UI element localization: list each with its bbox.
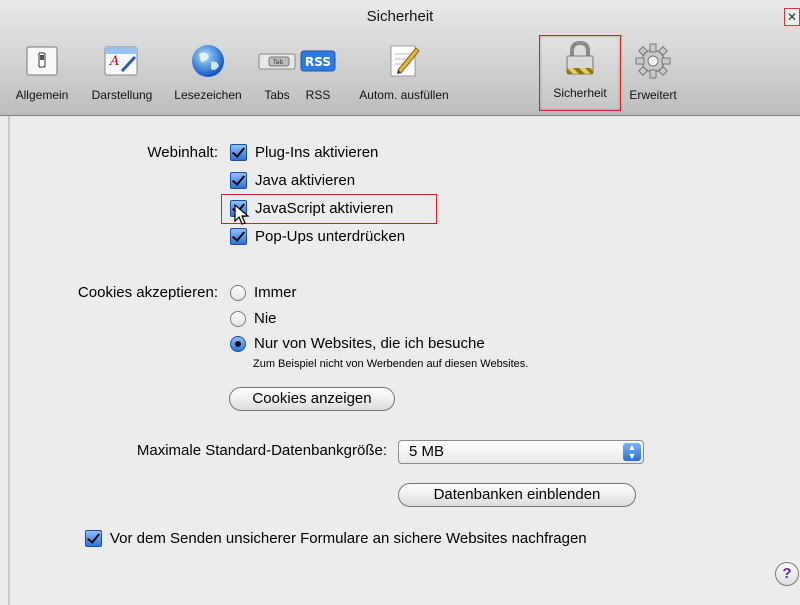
checkbox-insecure-forms-box[interactable]	[85, 530, 102, 547]
radio-cookies-always-button[interactable]	[230, 284, 246, 301]
mouse-pointer-icon	[234, 204, 250, 225]
toolbar-label: Erweitert	[629, 88, 677, 102]
checkbox-insecure-forms-label: Vor dem Senden unsicherer Formulare an s…	[110, 530, 587, 547]
radio-cookies-always-label: Immer	[254, 284, 297, 301]
lock-icon	[559, 38, 601, 80]
radio-cookies-always[interactable]: Immer	[230, 284, 297, 301]
checkbox-plugins-label: Plug-Ins aktivieren	[255, 144, 379, 161]
checkbox-plugins-box[interactable]	[230, 144, 247, 161]
toolbar-label: Autom. ausfüllen	[359, 88, 449, 102]
updown-arrows-icon: ▲ ▼	[623, 443, 641, 461]
show-databases-button[interactable]: Datenbanken einblenden	[398, 483, 636, 507]
toolbar-label: Darstellung	[91, 88, 153, 102]
toolbar: Sicherheit ✕ Allgemein A Darstellung Les…	[0, 0, 800, 116]
rss-icon: RSS	[297, 40, 339, 82]
webinhalt-label: Webinhalt:	[147, 144, 218, 161]
database-size-value: 5 MB	[409, 443, 445, 460]
window-title: Sicherheit	[366, 8, 434, 25]
toolbar-item-lesezeichen[interactable]: Lesezeichen	[166, 38, 250, 108]
radio-cookies-never-label: Nie	[254, 310, 277, 327]
checkbox-popups[interactable]: Pop-Ups unterdrücken	[230, 228, 405, 245]
toolbar-item-autofill[interactable]: Autom. ausfüllen	[340, 38, 468, 108]
toolbar-item-sicherheit[interactable]: Sicherheit	[539, 35, 621, 111]
help-button[interactable]: ?	[775, 562, 799, 586]
toolbar-item-rss[interactable]: RSS RSS	[300, 38, 336, 108]
checkbox-popups-box[interactable]	[230, 228, 247, 245]
toolbar-item-tabs[interactable]: Tab Tabs	[255, 38, 299, 108]
radio-cookies-never[interactable]: Nie	[230, 310, 277, 327]
checkbox-javascript-label: JavaScript aktivieren	[255, 200, 394, 217]
toolbar-item-erweitert[interactable]: Erweitert	[624, 38, 682, 108]
pencil-icon	[383, 40, 425, 82]
database-size-label: Maximale Standard-Datenbankgröße:	[136, 442, 387, 459]
globe-icon	[187, 40, 229, 82]
toolbar-label: Tabs	[264, 88, 290, 102]
switch-icon	[21, 40, 63, 82]
font-icon: A	[101, 40, 143, 82]
checkbox-java-label: Java aktivieren	[255, 172, 356, 189]
radio-cookies-visited-button[interactable]	[230, 335, 246, 352]
cookies-label: Cookies akzeptieren:	[77, 284, 218, 301]
toolbar-label: Allgemein	[15, 88, 69, 102]
checkbox-java-box[interactable]	[230, 172, 247, 189]
security-pane: Webinhalt: Plug-Ins aktivieren Java akti…	[8, 116, 800, 605]
svg-text:Tab: Tab	[272, 59, 283, 66]
checkbox-insecure-forms[interactable]: Vor dem Senden unsicherer Formulare an s…	[85, 530, 587, 547]
toolbar-label: Sicherheit	[553, 86, 607, 100]
gear-icon	[632, 40, 674, 82]
checkbox-java[interactable]: Java aktivieren	[230, 172, 355, 189]
radio-cookies-never-button[interactable]	[230, 310, 246, 327]
toolbar-item-allgemein[interactable]: Allgemein	[6, 38, 78, 108]
preferences-window: Sicherheit ✕ Allgemein A Darstellung Les…	[0, 0, 800, 605]
toolbar-label: Lesezeichen	[174, 88, 242, 102]
checkbox-plugins[interactable]: Plug-Ins aktivieren	[230, 144, 378, 161]
radio-cookies-visited-label: Nur von Websites, die ich besuche	[254, 335, 485, 352]
show-cookies-button[interactable]: Cookies anzeigen	[229, 387, 395, 411]
database-size-select[interactable]: 5 MB ▲ ▼	[398, 440, 644, 464]
tab-icon: Tab	[256, 40, 298, 82]
cookies-hint: Zum Beispiel nicht von Werbenden auf die…	[253, 358, 529, 370]
close-icon[interactable]: ✕	[784, 8, 800, 26]
checkbox-javascript[interactable]: JavaScript aktivieren	[230, 200, 393, 217]
checkbox-popups-label: Pop-Ups unterdrücken	[255, 228, 406, 245]
toolbar-item-darstellung[interactable]: A Darstellung	[82, 38, 162, 108]
radio-cookies-visited[interactable]: Nur von Websites, die ich besuche	[230, 335, 485, 352]
toolbar-label: RSS	[305, 88, 331, 102]
svg-text:RSS: RSS	[305, 55, 331, 69]
svg-text:A: A	[109, 54, 119, 69]
